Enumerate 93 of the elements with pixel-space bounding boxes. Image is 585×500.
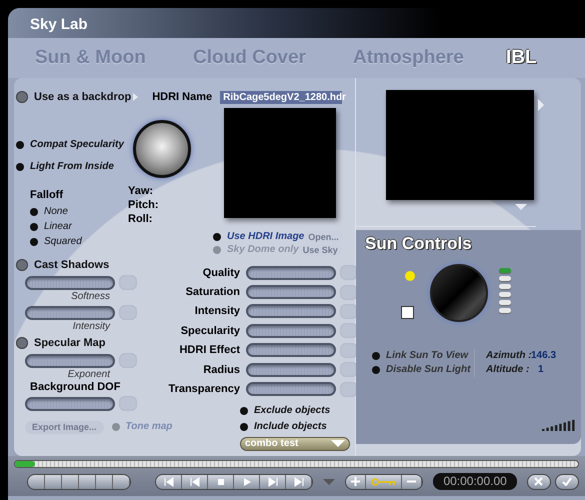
- stop-button[interactable]: [208, 474, 234, 488]
- skip-start-icon: [164, 476, 174, 486]
- memory-button[interactable]: [62, 474, 79, 488]
- step-forward-icon: [268, 476, 278, 486]
- add-key-button[interactable]: [346, 474, 366, 488]
- cancel-button[interactable]: [526, 474, 551, 490]
- readout-value: 146.3: [531, 349, 556, 363]
- slider-caption: Softness: [70, 291, 110, 303]
- step-back-button[interactable]: [182, 474, 208, 488]
- orientation-label: Roll:: [128, 212, 154, 226]
- timeline-marker[interactable]: [15, 461, 35, 467]
- slider-label: Transparency: [167, 382, 240, 396]
- slider-label: Saturation: [184, 285, 240, 300]
- value-well: [119, 305, 137, 320]
- falloff-radio[interactable]: Squared: [30, 234, 82, 249]
- memory-button[interactable]: [28, 474, 45, 488]
- falloff-radio[interactable]: None: [30, 204, 68, 219]
- memory-button[interactable]: [45, 474, 62, 488]
- preset-led[interactable]: [499, 308, 511, 313]
- slider-track[interactable]: [25, 276, 115, 290]
- combo-value: combo test: [245, 436, 298, 451]
- value-well: [119, 396, 137, 411]
- section-title: Sun Controls: [364, 234, 473, 254]
- radio-dot-icon: [112, 423, 120, 431]
- memory-button[interactable]: [79, 474, 96, 488]
- orientation-sphere[interactable]: [133, 120, 191, 178]
- slider-label: Radius: [202, 362, 240, 377]
- section-heading: Background DOF: [30, 380, 122, 394]
- plus-icon: [351, 477, 360, 486]
- square-icon[interactable]: [401, 306, 414, 319]
- slider-track[interactable]: [246, 266, 336, 280]
- slider-label: Intensity: [194, 304, 240, 318]
- slider-track[interactable]: [246, 343, 336, 358]
- stop-icon: [216, 476, 226, 486]
- key-button[interactable]: [366, 474, 402, 488]
- sun-option-radio[interactable]: Disable Sun Light: [372, 363, 470, 377]
- value-well: [119, 353, 137, 368]
- slider-caption: Intensity: [72, 321, 110, 333]
- step-forward-button[interactable]: [260, 474, 286, 488]
- confirm-button[interactable]: [554, 474, 579, 490]
- radio-dot-icon: [213, 232, 221, 240]
- orientation-label: Yaw:: [128, 184, 154, 198]
- skip-start-button[interactable]: [156, 474, 182, 488]
- option-radio[interactable]: Compat Specularity: [16, 134, 124, 156]
- window-title: Sky Lab: [30, 16, 88, 34]
- object-radio[interactable]: Include objects: [240, 418, 327, 435]
- object-radio[interactable]: Exclude objects: [240, 402, 330, 419]
- play-icon: [242, 476, 252, 486]
- key-icon: [370, 478, 397, 486]
- preset-led[interactable]: [499, 276, 511, 281]
- slider-track[interactable]: [246, 382, 336, 396]
- slider-track[interactable]: [246, 304, 336, 318]
- slider-label: Specularity: [180, 324, 240, 338]
- skip-end-button[interactable]: [286, 474, 312, 488]
- radio-dot-icon: [213, 246, 221, 254]
- remove-key-button[interactable]: [402, 474, 422, 488]
- slider-label: Quality: [202, 266, 240, 280]
- slider-caption: Exponent: [66, 369, 110, 381]
- readout-value: 1: [538, 363, 544, 377]
- sun-option-radio[interactable]: Link Sun To View: [372, 349, 468, 363]
- toggle-option[interactable]: Cast Shadows: [16, 257, 110, 273]
- slider-track[interactable]: [25, 396, 115, 410]
- option-radio[interactable]: Light From Inside: [16, 156, 114, 178]
- orientation-label: Pitch:: [128, 198, 160, 212]
- value-well: [119, 275, 137, 290]
- readout-label: Altitude :: [486, 363, 530, 377]
- timeline-track[interactable]: [14, 460, 579, 468]
- backdrop-toggle[interactable]: Use as a backdrop: [16, 90, 132, 104]
- memory-button[interactable]: [96, 474, 113, 488]
- preset-led[interactable]: [499, 292, 511, 297]
- play-button[interactable]: [234, 474, 260, 488]
- memory-button[interactable]: [113, 474, 130, 488]
- preset-led[interactable]: [499, 300, 511, 305]
- falloff-heading: Falloff: [30, 188, 64, 202]
- toggle-option[interactable]: Specular Map: [16, 335, 106, 351]
- preset-led[interactable]: [499, 284, 511, 289]
- slider-track[interactable]: [246, 285, 336, 300]
- slider-track[interactable]: [25, 354, 115, 368]
- source-radio[interactable]: Use HDRI Image: [213, 230, 304, 244]
- sun-dot-icon[interactable]: [405, 271, 415, 281]
- readout-label: Azimuth :: [486, 349, 531, 363]
- field-label: HDRI Name: [152, 90, 212, 104]
- time-display: 00:00:00.00: [433, 473, 517, 490]
- step-back-icon: [190, 476, 200, 486]
- check-icon: [562, 477, 572, 486]
- slider-track[interactable]: [246, 362, 336, 377]
- close-icon: [534, 477, 544, 486]
- caret-icon: [331, 440, 345, 448]
- slider-track[interactable]: [25, 306, 115, 320]
- slider-label: HDRI Effect: [178, 343, 240, 358]
- skip-end-icon: [294, 476, 304, 486]
- slider-track[interactable]: [246, 324, 336, 338]
- falloff-radio[interactable]: Linear: [30, 219, 72, 234]
